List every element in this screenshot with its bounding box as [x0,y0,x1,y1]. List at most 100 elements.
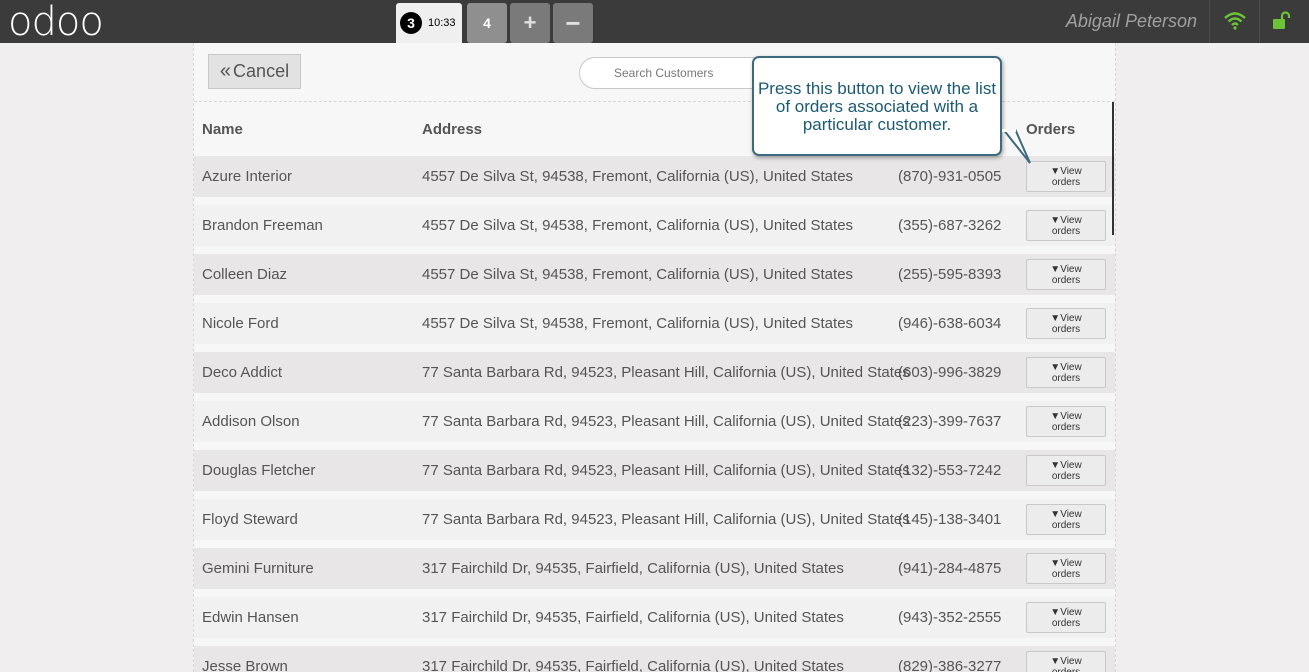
table-row[interactable]: Floyd Steward 77 Santa Barbara Rd, 94523,… [194,499,1115,540]
table-row[interactable]: Azure Interior 4557 De Silva St, 94538, F… [194,156,1115,197]
view-orders-line2: orders [1051,421,1081,433]
customer-phone: (941)-284-4875 [898,560,1002,577]
separator [1259,0,1260,43]
table-row[interactable]: Nicole Ford 4557 De Silva St, 94538, Frem… [194,303,1115,344]
table-row[interactable]: Gemini Furniture 317 Fairchild Dr, 94535,… [194,548,1115,589]
logo-text: odoo [8,0,104,45]
filter-icon: ▼ [1050,459,1061,471]
filter-icon: ▼ [1050,263,1061,275]
filter-icon: ▼ [1050,606,1061,618]
view-orders-button[interactable]: ▼View orders [1026,504,1106,535]
customer-phone: (223)-399-7637 [898,413,1002,430]
help-tooltip: Press this button to view the list of or… [752,56,1002,156]
order-time: 10:33 [428,17,456,29]
customer-name: Brandon Freeman [202,217,323,234]
view-orders-line1: View [1060,165,1082,177]
filter-icon: ▼ [1050,165,1061,177]
view-orders-line2: orders [1051,176,1081,188]
customer-phone: (829)-386-3277 [898,658,1002,672]
table-row[interactable]: Brandon Freeman 4557 De Silva St, 94538, … [194,205,1115,246]
table-row[interactable]: Jesse Brown 317 Fairchild Dr, 94535, Fair… [194,646,1115,672]
customer-phone: (355)-687-3262 [898,217,1002,234]
cancel-label: Cancel [233,61,290,81]
customer-address: 317 Fairchild Dr, 94535, Fairfield, Cali… [422,609,844,626]
view-orders-line1: View [1060,606,1082,618]
view-orders-line2: orders [1051,568,1081,580]
view-orders-button[interactable]: ▼View orders [1026,651,1106,672]
filter-icon: ▼ [1050,214,1061,226]
top-bar: odoo 3 10:33 4 + − Abigail Peterson [0,0,1309,43]
view-orders-button[interactable]: ▼View orders [1026,602,1106,633]
filter-icon: ▼ [1050,557,1061,569]
odoo-logo: odoo [8,0,104,45]
customer-name: Gemini Furniture [202,560,314,577]
customer-phone: (946)-638-6034 [898,315,1002,332]
view-orders-line2: orders [1051,274,1081,286]
customer-name: Azure Interior [202,168,293,185]
filter-icon: ▼ [1050,508,1061,520]
double-chevron-left-icon: « [219,60,232,82]
view-orders-button[interactable]: ▼View orders [1026,455,1106,486]
customer-phone: (943)-352-2555 [898,609,1002,626]
view-orders-line1: View [1060,263,1082,275]
customer-name: Nicole Ford [202,315,279,332]
view-orders-line2: orders [1051,666,1081,672]
view-orders-button[interactable]: ▼View orders [1026,210,1106,241]
filter-icon: ▼ [1050,361,1061,373]
view-orders-button[interactable]: ▼View orders [1026,357,1106,388]
column-header-address: Address [422,120,483,138]
view-orders-line1: View [1060,459,1082,471]
cancel-button[interactable]: « Cancel [208,54,301,89]
customer-phone: (255)-595-8393 [898,266,1002,283]
new-order-button[interactable]: + [510,3,550,43]
view-orders-line1: View [1060,214,1082,226]
customer-address: 4557 De Silva St, 94538, Fremont, Califo… [422,315,854,332]
customer-name: Colleen Diaz [202,266,288,283]
customer-phone: (870)-931-0505 [898,168,1002,185]
table-row[interactable]: Edwin Hansen 317 Fairchild Dr, 94535, Fai… [194,597,1115,638]
tooltip-arrow [1001,129,1031,164]
unlock-icon[interactable] [1271,11,1291,31]
customer-address: 4557 De Silva St, 94538, Fremont, Califo… [422,217,854,234]
customer-name: Deco Addict [202,364,283,381]
view-orders-button[interactable]: ▼View orders [1026,406,1106,437]
customer-address: 77 Santa Barbara Rd, 94523, Pleasant Hil… [422,462,910,479]
customer-address: 4557 De Silva St, 94538, Fremont, Califo… [422,168,854,185]
customer-phone: (145)-138-3401 [898,511,1002,528]
customer-address: 77 Santa Barbara Rd, 94523, Pleasant Hil… [422,413,910,430]
view-orders-button[interactable]: ▼View orders [1026,308,1106,339]
customer-address: 4557 De Silva St, 94538, Fremont, Califo… [422,266,854,283]
table-body: Azure Interior 4557 De Silva St, 94538, F… [194,156,1115,672]
view-orders-line1: View [1060,557,1082,569]
separator [1209,0,1210,43]
view-orders-button[interactable]: ▼View orders [1026,161,1106,192]
view-orders-line1: View [1060,410,1082,422]
view-orders-button[interactable]: ▼View orders [1026,259,1106,290]
delete-order-button[interactable]: − [553,3,593,43]
table-row[interactable]: Colleen Diaz 4557 De Silva St, 94538, Fre… [194,254,1115,295]
order-tab-3[interactable]: 3 10:33 [396,3,462,43]
view-orders-line2: orders [1051,372,1081,384]
column-header-name: Name [202,120,243,138]
user-name[interactable]: Abigail Peterson [1066,0,1209,43]
table-row[interactable]: Deco Addict 77 Santa Barbara Rd, 94523, P… [194,352,1115,393]
customer-name: Jesse Brown [202,658,288,672]
filter-icon: ▼ [1050,312,1061,324]
table-row[interactable]: Douglas Fletcher 77 Santa Barbara Rd, 945… [194,450,1115,491]
order-tab-4[interactable]: 4 [467,3,507,43]
view-orders-line2: orders [1051,323,1081,335]
view-orders-line1: View [1060,312,1082,324]
wifi-icon[interactable] [1224,12,1246,30]
scrollbar[interactable] [1112,102,1114,235]
customer-address: 77 Santa Barbara Rd, 94523, Pleasant Hil… [422,511,910,528]
customer-address: 77 Santa Barbara Rd, 94523, Pleasant Hil… [422,364,910,381]
customer-name: Douglas Fletcher [202,462,316,479]
customer-table: Name Address Orders Azure Interior 4557 D… [194,110,1115,672]
view-orders-line2: orders [1051,617,1081,629]
view-orders-line2: orders [1051,519,1081,531]
table-row[interactable]: Addison Olson 77 Santa Barbara Rd, 94523,… [194,401,1115,442]
customer-name: Addison Olson [202,413,300,430]
customer-phone: (603)-996-3829 [898,364,1002,381]
customer-name: Edwin Hansen [202,609,299,626]
view-orders-button[interactable]: ▼View orders [1026,553,1106,584]
